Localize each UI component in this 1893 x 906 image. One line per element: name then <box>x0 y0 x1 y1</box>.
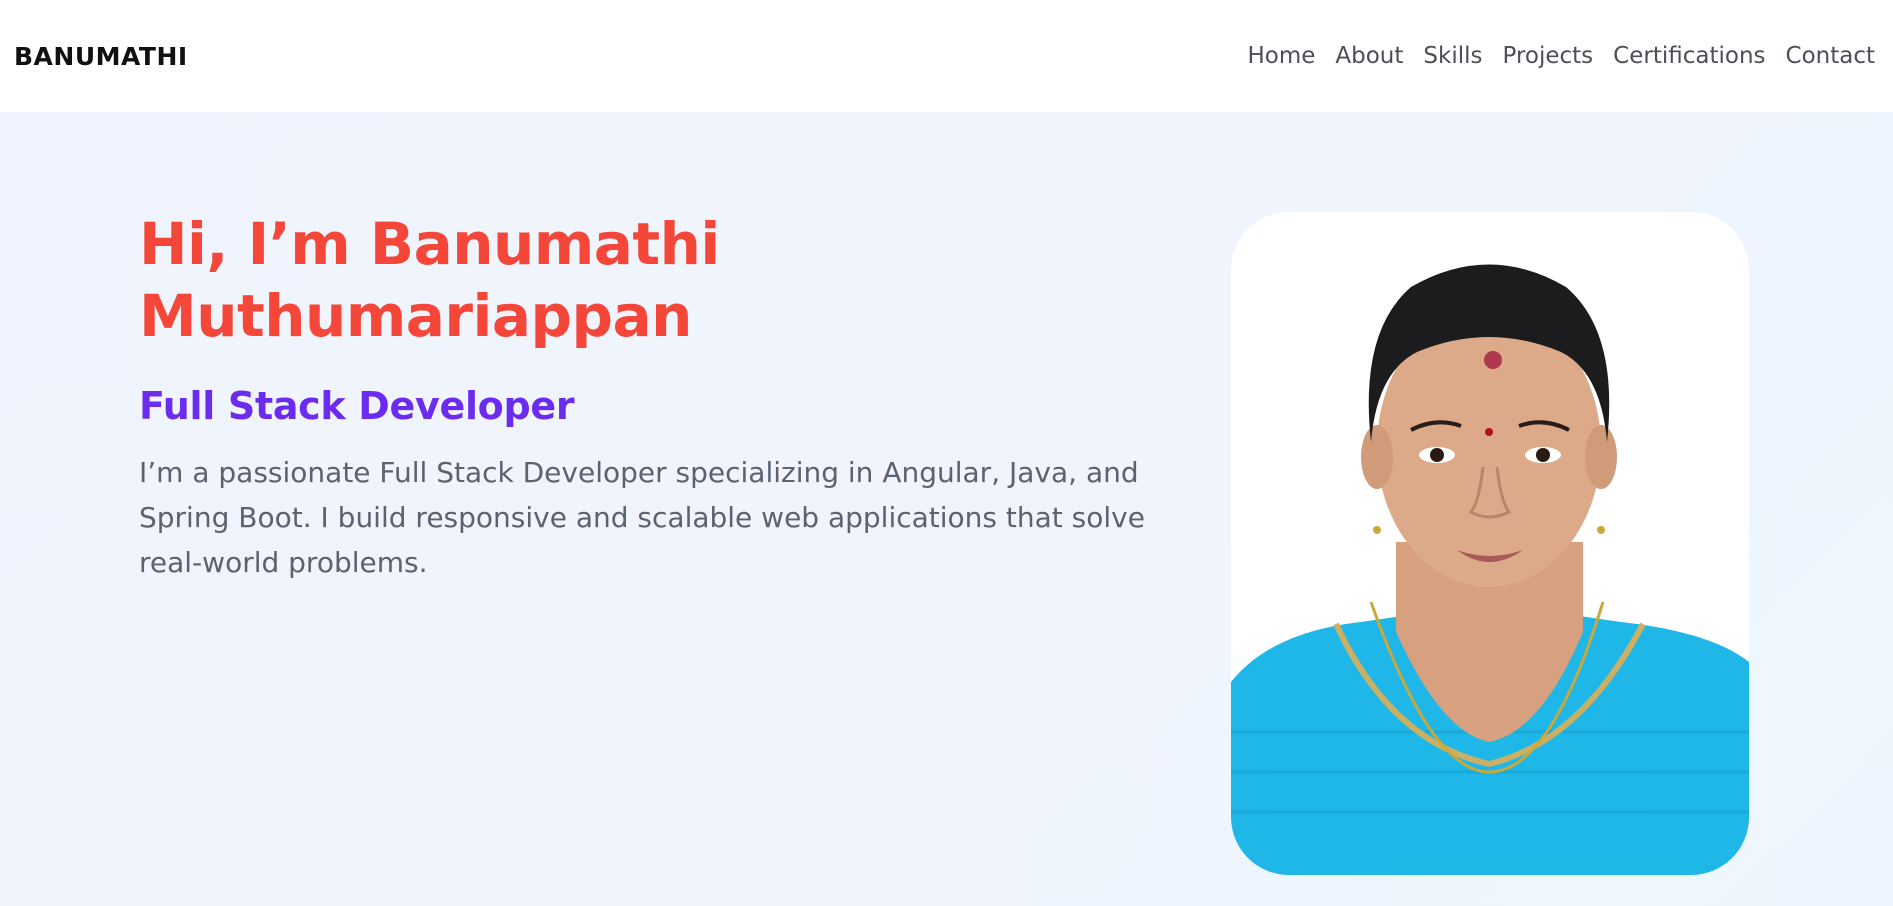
hero-description: I’m a passionate Full Stack Developer sp… <box>139 456 1145 579</box>
nav-contact[interactable]: Contact <box>1786 43 1875 69</box>
nav-about[interactable]: About <box>1335 43 1403 69</box>
profile-photo-illustration <box>1231 212 1749 875</box>
brand-logo[interactable]: BANUMATHI <box>14 42 188 71</box>
nav-home[interactable]: Home <box>1247 43 1315 69</box>
nav-skills[interactable]: Skills <box>1423 43 1482 69</box>
hero-title-line1: Hi, I’m Banumathi <box>139 210 720 278</box>
hero-title: Hi, I’m Banumathi Muthumariappan <box>139 208 1159 352</box>
profile-photo <box>1231 212 1749 875</box>
hero-section: Hi, I’m Banumathi Muthumariappan Full St… <box>139 208 1159 585</box>
hero-role: Full Stack Developer <box>139 384 575 428</box>
main-nav: Home About Skills Projects Certification… <box>1247 43 1875 69</box>
nav-projects[interactable]: Projects <box>1502 43 1593 69</box>
nav-certifications[interactable]: Certifications <box>1613 43 1765 69</box>
site-header: BANUMATHI Home About Skills Projects Cer… <box>0 0 1893 112</box>
hero-title-line2: Muthumariappan <box>139 282 692 350</box>
